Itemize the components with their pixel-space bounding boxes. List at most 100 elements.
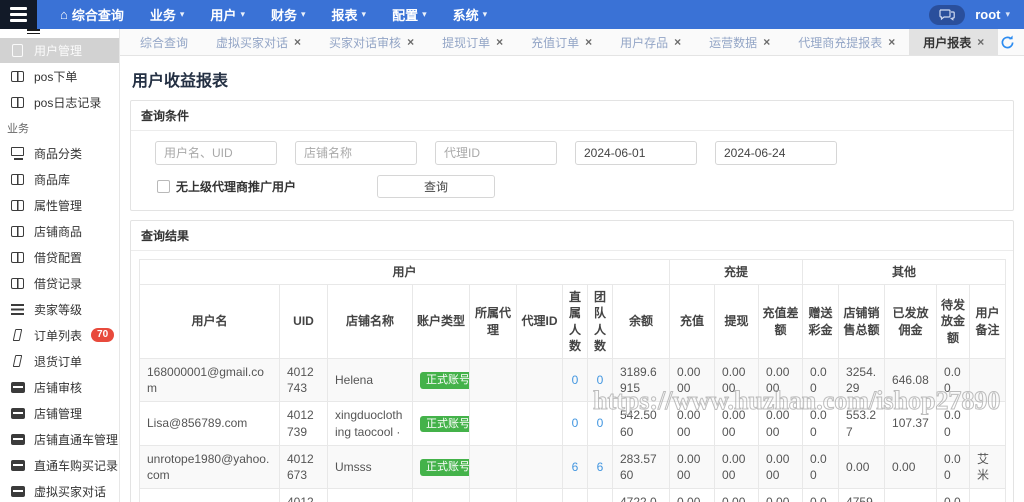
date-to-input[interactable] <box>715 141 837 165</box>
tab[interactable]: 虚拟买家对话× <box>202 29 315 55</box>
sidebar-item[interactable]: pos下单 <box>0 63 119 89</box>
date-from-input[interactable] <box>575 141 697 165</box>
nav-item-label: 用户 <box>210 5 236 24</box>
columns-icon <box>11 199 25 212</box>
tab[interactable]: 提现订单× <box>428 29 517 55</box>
tab[interactable]: 代理商充提报表 × <box>784 29 909 55</box>
close-icon[interactable]: × <box>294 36 301 48</box>
navbar-right: root ▾ <box>929 5 1024 25</box>
columns-icon <box>11 251 25 264</box>
cell: 0.00 <box>803 358 839 401</box>
close-icon[interactable]: × <box>407 36 414 48</box>
chat-icon <box>939 9 955 21</box>
sidebar-item[interactable]: 店铺审核 <box>0 374 119 400</box>
tab-label: 代理商充提报表 <box>798 34 882 51</box>
column-header: 所属代理 <box>470 285 517 359</box>
tab[interactable]: 综合查询 <box>126 29 202 55</box>
sidebar-item[interactable]: 订单列表70 <box>0 322 119 348</box>
cell: 0.0000 <box>759 489 803 502</box>
cell: 正式账号 <box>413 445 470 488</box>
refresh-icon[interactable] <box>999 34 1016 51</box>
close-icon[interactable]: × <box>674 36 681 48</box>
column-header: 团队人数 <box>588 285 613 359</box>
tab[interactable]: 用户报表× <box>909 29 998 55</box>
close-icon[interactable]: × <box>888 36 895 48</box>
sidebar-item[interactable]: 虚拟买家对话 <box>0 478 119 502</box>
sidebar: 用户管理pos下单pos日志记录业务商品分类商品库属性管理店铺商品借贷配置借贷记… <box>0 29 120 502</box>
agent-id-input[interactable] <box>435 141 557 165</box>
count-link[interactable]: 0 <box>572 416 579 430</box>
tab[interactable]: 买家对话审核× <box>315 29 428 55</box>
sidebar-item[interactable]: pos日志记录 <box>0 89 119 115</box>
nav-item-label: 系统 <box>453 5 479 24</box>
nav-menu-item[interactable]: 配置▾ <box>379 0 440 29</box>
cell: 553.27 <box>839 402 885 445</box>
chevron-down-icon: ▾ <box>1005 9 1010 20</box>
cell: 4012744 <box>280 489 328 502</box>
close-icon[interactable]: × <box>496 36 503 48</box>
sidebar-item[interactable]: 借贷记录 <box>0 270 119 296</box>
cell <box>470 358 517 401</box>
chat-button[interactable] <box>929 5 965 25</box>
cell <box>517 489 563 502</box>
username-uid-input[interactable] <box>155 141 277 165</box>
tab[interactable]: 用户存品 × <box>606 29 695 55</box>
count-link[interactable]: 0 <box>572 373 579 387</box>
cell: 0 <box>563 489 588 502</box>
sidebar-item[interactable]: 商品库 <box>0 166 119 192</box>
results-table: 用户充提其他用户名UID店铺名称账户类型所属代理代理ID直属人数团队人数余额充值… <box>139 259 1006 502</box>
tab-label: 用户存品 <box>620 34 668 51</box>
cell <box>970 358 1006 401</box>
count-link[interactable]: 6 <box>572 460 579 474</box>
sidebar-item[interactable]: 属性管理 <box>0 192 119 218</box>
close-icon[interactable]: × <box>763 36 770 48</box>
cell: 4012673 <box>280 445 328 488</box>
query-actions-row: 无上级代理商推广用户 查询 <box>157 175 1003 198</box>
sidebar-item[interactable]: 店铺直通车管理 <box>0 426 119 452</box>
cell: 0.0000 <box>670 402 715 445</box>
sidebar-item[interactable]: 卖家等级 <box>0 296 119 322</box>
count-link[interactable]: 0 <box>597 416 604 430</box>
count-link[interactable]: 6 <box>597 460 604 474</box>
sidebar-item-label: 商品分类 <box>34 145 82 162</box>
nav-menu-item[interactable]: 业务▾ <box>137 0 198 29</box>
cell: 4012739 <box>280 402 328 445</box>
sidebar-item[interactable]: 直通车购买记录 <box>0 452 119 478</box>
card-icon <box>11 433 25 446</box>
user-menu[interactable]: root ▾ <box>975 7 1010 22</box>
nav-menu-item[interactable]: 用户▾ <box>197 0 258 29</box>
cell: 0.00 <box>803 489 839 502</box>
nav-menu-item[interactable]: 报表▾ <box>319 0 380 29</box>
table-row: vsfafaf73@gmail.com4012744romantic正式账号00… <box>140 489 1006 502</box>
tab[interactable]: 充值订单× <box>517 29 606 55</box>
sidebar-item[interactable]: 用户管理 <box>0 38 119 63</box>
close-icon[interactable]: × <box>977 36 984 48</box>
close-icon[interactable]: × <box>585 36 592 48</box>
sidebar-item-label: 虚拟买家对话 <box>34 483 106 500</box>
hamburger-button[interactable] <box>0 0 37 29</box>
sidebar-item[interactable]: 店铺管理 <box>0 400 119 426</box>
cell: 0.0000 <box>759 402 803 445</box>
card-icon <box>11 485 25 498</box>
shop-name-input[interactable] <box>295 141 417 165</box>
cell: 0.0000 <box>715 489 759 502</box>
sidebar-item[interactable]: 店铺商品 <box>0 218 119 244</box>
nav-menu-item[interactable]: 财务▾ <box>258 0 319 29</box>
nav-menu-item[interactable]: ⌂综合查询 <box>47 0 137 29</box>
sidebar-item[interactable]: 退货订单 <box>0 348 119 374</box>
count-link[interactable]: 0 <box>597 373 604 387</box>
sidebar-item[interactable]: 借贷配置 <box>0 244 119 270</box>
sidebar-item-label: 店铺商品 <box>34 223 82 240</box>
card-icon <box>11 407 25 420</box>
no-agent-checkbox[interactable] <box>157 180 170 193</box>
tab[interactable]: 运营数据 × <box>695 29 784 55</box>
tab-label: 运营数据 <box>709 34 757 51</box>
column-header: 店铺名称 <box>328 285 413 359</box>
cell: 0.00 <box>803 402 839 445</box>
search-button[interactable]: 查询 <box>377 175 495 198</box>
nav-menu-item[interactable]: 系统▾ <box>440 0 501 29</box>
no-agent-checkbox-wrap[interactable]: 无上级代理商推广用户 <box>157 178 377 195</box>
sidebar-section-label: 业务 <box>0 115 119 140</box>
sidebar-item[interactable]: 商品分类 <box>0 140 119 166</box>
sidebar-item-label: 退货订单 <box>34 353 82 370</box>
